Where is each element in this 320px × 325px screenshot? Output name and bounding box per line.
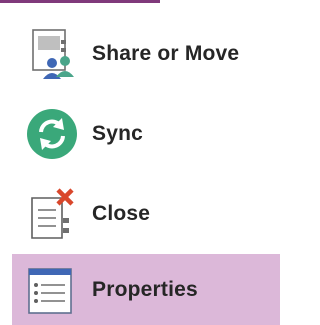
close-notebook-icon bbox=[24, 186, 80, 242]
menu-item-label: Sync bbox=[92, 122, 143, 145]
menu-item-label: Share or Move bbox=[92, 42, 240, 65]
share-move-icon bbox=[24, 26, 80, 82]
notebook-menu: Share or Move Sync Close Properties bbox=[0, 0, 280, 325]
menu-item-sync[interactable]: Sync bbox=[12, 96, 280, 172]
menu-item-label: Close bbox=[92, 202, 151, 225]
top-accent-bar bbox=[0, 0, 160, 3]
properties-icon bbox=[24, 262, 80, 318]
menu-item-share-or-move[interactable]: Share or Move bbox=[12, 16, 280, 92]
menu-item-properties[interactable]: Properties bbox=[12, 254, 280, 325]
sync-icon bbox=[24, 106, 80, 162]
menu-item-label: Properties bbox=[92, 277, 198, 301]
menu-item-close[interactable]: Close bbox=[12, 176, 280, 252]
